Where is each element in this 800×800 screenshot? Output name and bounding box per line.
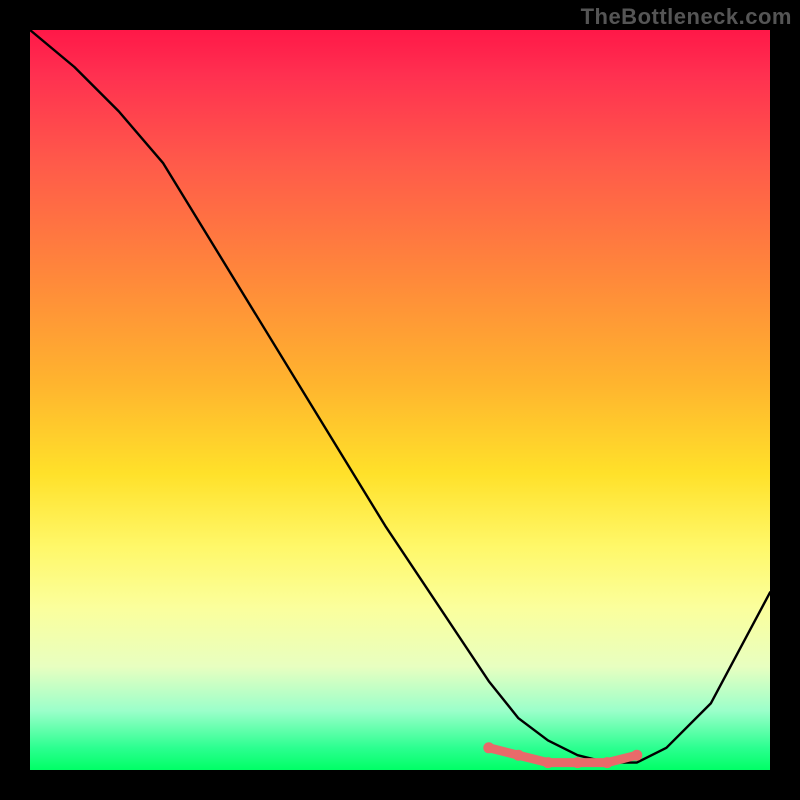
optimal-range-dot	[513, 750, 524, 761]
plot-area	[30, 30, 770, 770]
optimal-range-dot	[602, 757, 613, 768]
optimal-range-dot	[483, 742, 494, 753]
chart-svg	[30, 30, 770, 770]
optimal-range-path	[489, 748, 637, 763]
optimal-range-dot	[543, 757, 554, 768]
watermark-text: TheBottleneck.com	[581, 4, 792, 30]
bottleneck-curve-path	[30, 30, 770, 763]
optimal-range-dot	[572, 757, 583, 768]
optimal-range-dot	[631, 750, 642, 761]
chart-root: TheBottleneck.com	[0, 0, 800, 800]
